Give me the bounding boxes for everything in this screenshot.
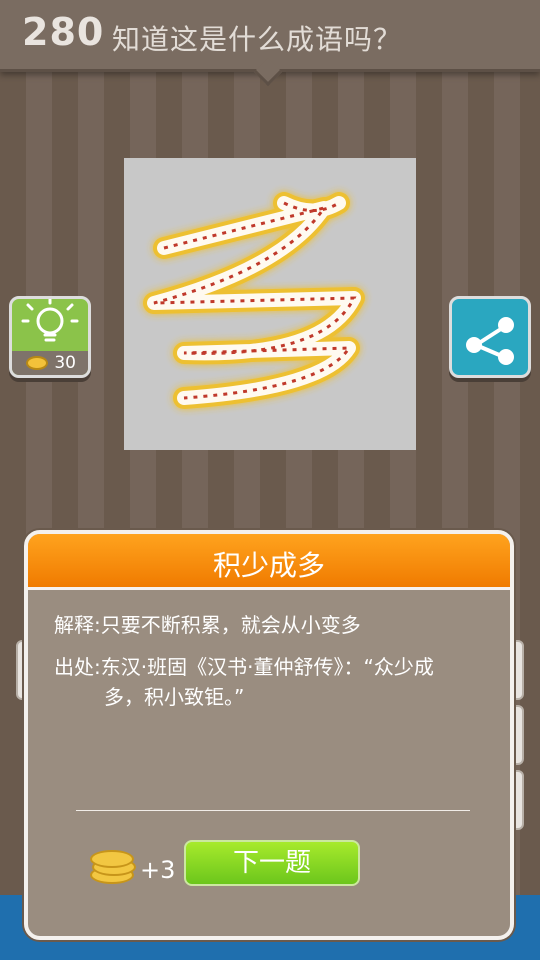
- answer-dialog: 积少成多 解释:只要不断积累，就会从小变多 出处:东汉·班固《汉书·董仲舒传》：…: [24, 530, 514, 940]
- question-text: 知道这是什么成语吗？: [112, 23, 403, 56]
- top-bar: 280 知道这是什么成语吗？: [0, 0, 540, 87]
- explain-text: 只要不断积累，就会从小变多: [100, 613, 361, 637]
- bar-pointer: [253, 57, 283, 87]
- puzzle-image: [124, 158, 416, 450]
- share-icon: [466, 317, 514, 365]
- explain-label: 解释:: [54, 613, 101, 637]
- next-question-button[interactable]: 下一题: [184, 840, 360, 886]
- coins-icon: [90, 850, 136, 884]
- coin-icon: [26, 356, 48, 370]
- dialog-header: 积少成多: [28, 534, 510, 590]
- puzzle-graphic: [143, 192, 365, 409]
- hint-button[interactable]: 30: [9, 296, 91, 378]
- source-text-line2: 多，积小致钜。”: [104, 685, 245, 709]
- divider: [76, 810, 470, 811]
- source-text-line1: 东汉·班固《汉书·董仲舒传》：“众少成: [100, 655, 434, 679]
- reward-amount: +3: [140, 856, 176, 884]
- hint-cost: 30: [12, 351, 88, 375]
- source-row: 出处:东汉·班固《汉书·董仲舒传》：“众少成: [54, 652, 434, 682]
- level-number: 280: [22, 10, 105, 54]
- lightbulb-icon: [21, 297, 79, 342]
- source-row-continued: 多，积小致钜。”: [104, 682, 244, 712]
- explanation-row: 解释:只要不断积累，就会从小变多: [54, 610, 361, 640]
- source-label: 出处:: [54, 655, 101, 679]
- hint-cost-value: 30: [54, 353, 76, 373]
- share-button[interactable]: [449, 296, 531, 378]
- idiom-title: 积少成多: [212, 549, 325, 582]
